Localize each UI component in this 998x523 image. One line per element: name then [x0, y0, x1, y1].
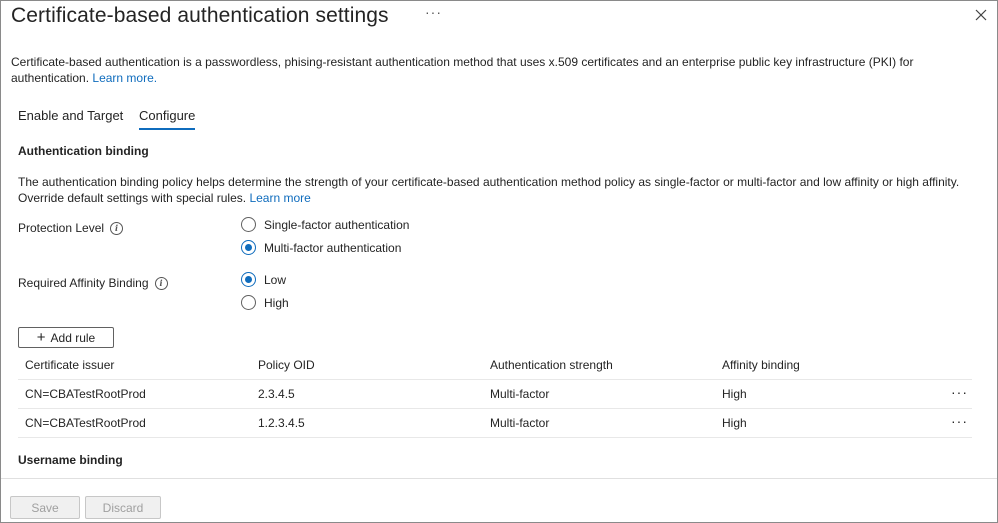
footer-bar: Save Discard — [1, 478, 997, 522]
radio-label: Multi-factor authentication — [264, 240, 402, 255]
radio-affinity-low[interactable]: Low — [241, 272, 286, 287]
add-rule-button[interactable]: + Add rule — [18, 327, 114, 348]
radio-button[interactable] — [241, 240, 256, 255]
radio-affinity-high[interactable]: High — [241, 295, 289, 310]
settings-panel: Certificate-based authentication setting… — [0, 0, 998, 523]
cell-affinity: High — [722, 416, 747, 430]
radio-button[interactable] — [241, 295, 256, 310]
cell-auth-strength: Multi-factor — [490, 416, 550, 430]
protection-level-field: Protection Level i — [18, 221, 124, 235]
discard-button[interactable]: Discard — [85, 496, 161, 519]
radio-single-factor[interactable]: Single-factor authentication — [241, 217, 409, 232]
auth-binding-title: Authentication binding — [18, 144, 149, 158]
intro-description: Certificate-based authentication is a pa… — [11, 55, 986, 86]
auth-binding-text: The authentication binding policy helps … — [18, 175, 960, 205]
radio-multi-factor[interactable]: Multi-factor authentication — [241, 240, 401, 255]
info-icon[interactable]: i — [154, 276, 168, 290]
cell-policy-oid: 2.3.4.5 — [258, 387, 295, 401]
tab-configure[interactable]: Configure — [139, 108, 196, 130]
column-header-issuer[interactable]: Certificate issuer — [25, 358, 114, 372]
row-more-icon[interactable]: ··· — [951, 413, 968, 429]
save-button[interactable]: Save — [10, 496, 80, 519]
radio-button[interactable] — [241, 217, 256, 232]
cell-auth-strength: Multi-factor — [490, 387, 550, 401]
info-icon[interactable]: i — [110, 221, 124, 235]
table-row[interactable]: CN=CBATestRootProd 2.3.4.5 Multi-factor … — [18, 380, 972, 409]
rules-table: Certificate issuer Policy OID Authentica… — [18, 351, 972, 438]
auth-binding-description: The authentication binding policy helps … — [18, 175, 988, 206]
affinity-binding-field: Required Affinity Binding i — [18, 276, 168, 290]
row-more-icon[interactable]: ··· — [951, 384, 968, 400]
cell-policy-oid: 1.2.3.4.5 — [258, 416, 305, 430]
radio-label: Low — [264, 272, 287, 287]
tab-enable-and-target[interactable]: Enable and Target — [18, 108, 123, 128]
radio-label: High — [264, 295, 289, 310]
intro-learn-more-link[interactable]: Learn more. — [92, 71, 157, 85]
cell-issuer: CN=CBATestRootProd — [25, 387, 146, 401]
cell-affinity: High — [722, 387, 747, 401]
table-header: Certificate issuer Policy OID Authentica… — [18, 351, 972, 380]
close-icon[interactable] — [973, 7, 989, 23]
more-options-icon[interactable]: ··· — [425, 4, 442, 20]
auth-binding-learn-more-link[interactable]: Learn more — [249, 191, 310, 205]
plus-icon: + — [36, 328, 46, 346]
cell-issuer: CN=CBATestRootProd — [25, 416, 146, 430]
column-header-auth-strength[interactable]: Authentication strength — [490, 358, 613, 372]
affinity-binding-label: Required Affinity Binding — [18, 276, 149, 290]
column-header-affinity[interactable]: Affinity binding — [722, 358, 800, 372]
radio-button[interactable] — [241, 272, 256, 287]
protection-level-label: Protection Level — [18, 221, 105, 235]
page-title: Certificate-based authentication setting… — [11, 4, 389, 27]
add-rule-label: Add rule — [50, 330, 96, 345]
column-header-policy-oid[interactable]: Policy OID — [258, 358, 315, 372]
table-row[interactable]: CN=CBATestRootProd 1.2.3.4.5 Multi-facto… — [18, 409, 972, 438]
username-binding-title: Username binding — [18, 453, 123, 467]
radio-label: Single-factor authentication — [264, 217, 410, 232]
